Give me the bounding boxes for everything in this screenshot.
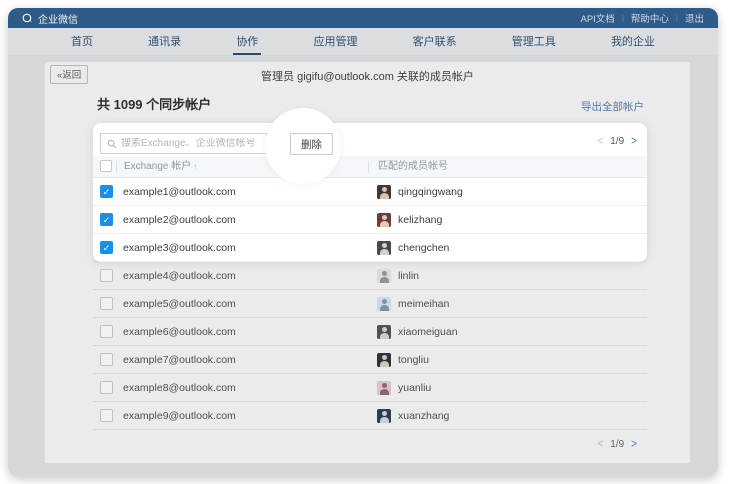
row-checkbox[interactable]: ✓ [100,325,113,338]
member-name: chengchen [398,242,449,254]
exchange-account: example5@outlook.com [123,290,236,318]
exchange-account: example7@outlook.com [123,346,236,374]
page-indicator: 1/9 [610,439,624,450]
exchange-account: example8@outlook.com [123,374,236,402]
row-checkbox[interactable]: ✓ [100,241,113,254]
next-page-icon[interactable]: > [631,135,637,148]
page-indicator: 1/9 [610,136,624,147]
pagination-top: < 1/9 > [597,136,637,147]
column-header-exchange[interactable]: Exchange 帐户↑ [116,161,197,173]
tab-contacts[interactable]: 通讯录 [145,28,184,55]
top-links: API文档 | 帮助中心 | 退出 [581,11,705,25]
table-row: ✓ example3@outlook.com chengchen [93,234,647,262]
table-row: ✓ example8@outlook.com yuanliu [93,374,647,402]
sync-account-count: 共 1099 个同步帐户 [97,94,211,113]
member-name: linlin [398,270,419,282]
app-title: 企业微信 [38,11,78,26]
table-header: Exchange 帐户↑ 匹配的成员帐号 [93,156,647,178]
avatar [377,325,391,339]
prev-page-icon[interactable]: < [597,438,603,451]
exchange-account: example9@outlook.com [123,402,236,430]
tab-home[interactable]: 首页 [68,28,96,55]
row-checkbox[interactable]: ✓ [100,381,113,394]
tab-my-company[interactable]: 我的企业 [608,28,658,55]
main-nav: 首页 通讯录 协作 应用管理 客户联系 管理工具 我的企业 [8,28,718,55]
table-row: ✓ example1@outlook.com qingqingwang [93,178,647,206]
avatar [377,297,391,311]
search-icon [107,139,117,149]
divider: | [622,14,624,23]
exchange-account: example6@outlook.com [123,318,236,346]
avatar [377,381,391,395]
check-icon: ✓ [101,214,112,226]
row-checkbox[interactable]: ✓ [100,213,113,226]
member-name: xuanzhang [398,410,449,422]
page-title: 管理员 gigifu@outlook.com 关联的成员帐户 [45,68,690,84]
select-all-checkbox[interactable] [100,160,112,172]
search-input[interactable] [121,138,260,149]
content-card: «返回 管理员 gigifu@outlook.com 关联的成员帐户 共 109… [45,62,690,463]
exchange-account: example4@outlook.com [123,262,236,290]
accounts-table-section: 删除 < 1/9 > Exchange 帐户↑ 匹配的成员帐号 ✓ [93,123,647,463]
exchange-account: example3@outlook.com [123,234,236,262]
avatar [377,213,391,227]
export-all-accounts-link[interactable]: 导出全部帐户 [581,99,644,114]
member-name: tongliu [398,354,429,366]
api-docs-link[interactable]: API文档 [581,11,615,25]
app-window: 企业微信 API文档 | 帮助中心 | 退出 首页 通讯录 协作 应用管理 客户… [8,8,718,476]
content-area: «返回 管理员 gigifu@outlook.com 关联的成员帐户 共 109… [8,55,718,476]
column-header-member: 匹配的成员帐号 [368,161,448,173]
table-row: ✓ example6@outlook.com xiaomeiguan [93,318,647,346]
member-name: meimeihan [398,298,449,310]
avatar [377,269,391,283]
member-name: xiaomeiguan [398,326,458,338]
check-icon: ✓ [101,242,112,254]
sort-asc-icon[interactable]: ↑ [193,162,197,171]
row-checkbox[interactable]: ✓ [100,269,113,282]
help-center-link[interactable]: 帮助中心 [631,11,669,25]
search-box [100,133,267,154]
divider: | [676,14,678,23]
member-name: yuanliu [398,382,431,394]
avatar [377,409,391,423]
table-row: ✓ example7@outlook.com tongliu [93,346,647,374]
pagination-bottom: < 1/9 > [597,439,637,450]
table-body: ✓ example1@outlook.com qingqingwang ✓ ex… [93,178,647,430]
row-checkbox[interactable]: ✓ [100,353,113,366]
table-row: ✓ example5@outlook.com meimeihan [93,290,647,318]
logout-link[interactable]: 退出 [685,11,704,25]
tab-collaboration[interactable]: 协作 [233,28,261,55]
prev-page-icon[interactable]: < [597,135,603,148]
app-logo: 企业微信 [22,11,78,26]
avatar [377,241,391,255]
tab-app-management[interactable]: 应用管理 [310,28,360,55]
wechat-work-logo-icon [22,13,33,24]
row-checkbox[interactable]: ✓ [100,297,113,310]
avatar [377,353,391,367]
table-row: ✓ example9@outlook.com xuanzhang [93,402,647,430]
tab-admin-tools[interactable]: 管理工具 [509,28,559,55]
check-icon: ✓ [101,186,112,198]
member-name: kelizhang [398,214,442,226]
table-row: ✓ example2@outlook.com kelizhang [93,206,647,234]
top-bar: 企业微信 API文档 | 帮助中心 | 退出 [8,8,718,28]
member-name: qingqingwang [398,186,463,198]
row-checkbox[interactable]: ✓ [100,185,113,198]
table-row: ✓ example4@outlook.com linlin [93,262,647,290]
avatar [377,185,391,199]
exchange-account: example2@outlook.com [123,206,236,234]
next-page-icon[interactable]: > [631,438,637,451]
tab-customer-contact[interactable]: 客户联系 [410,28,460,55]
row-checkbox[interactable]: ✓ [100,409,113,422]
delete-button[interactable]: 删除 [290,133,333,155]
exchange-account: example1@outlook.com [123,178,236,206]
